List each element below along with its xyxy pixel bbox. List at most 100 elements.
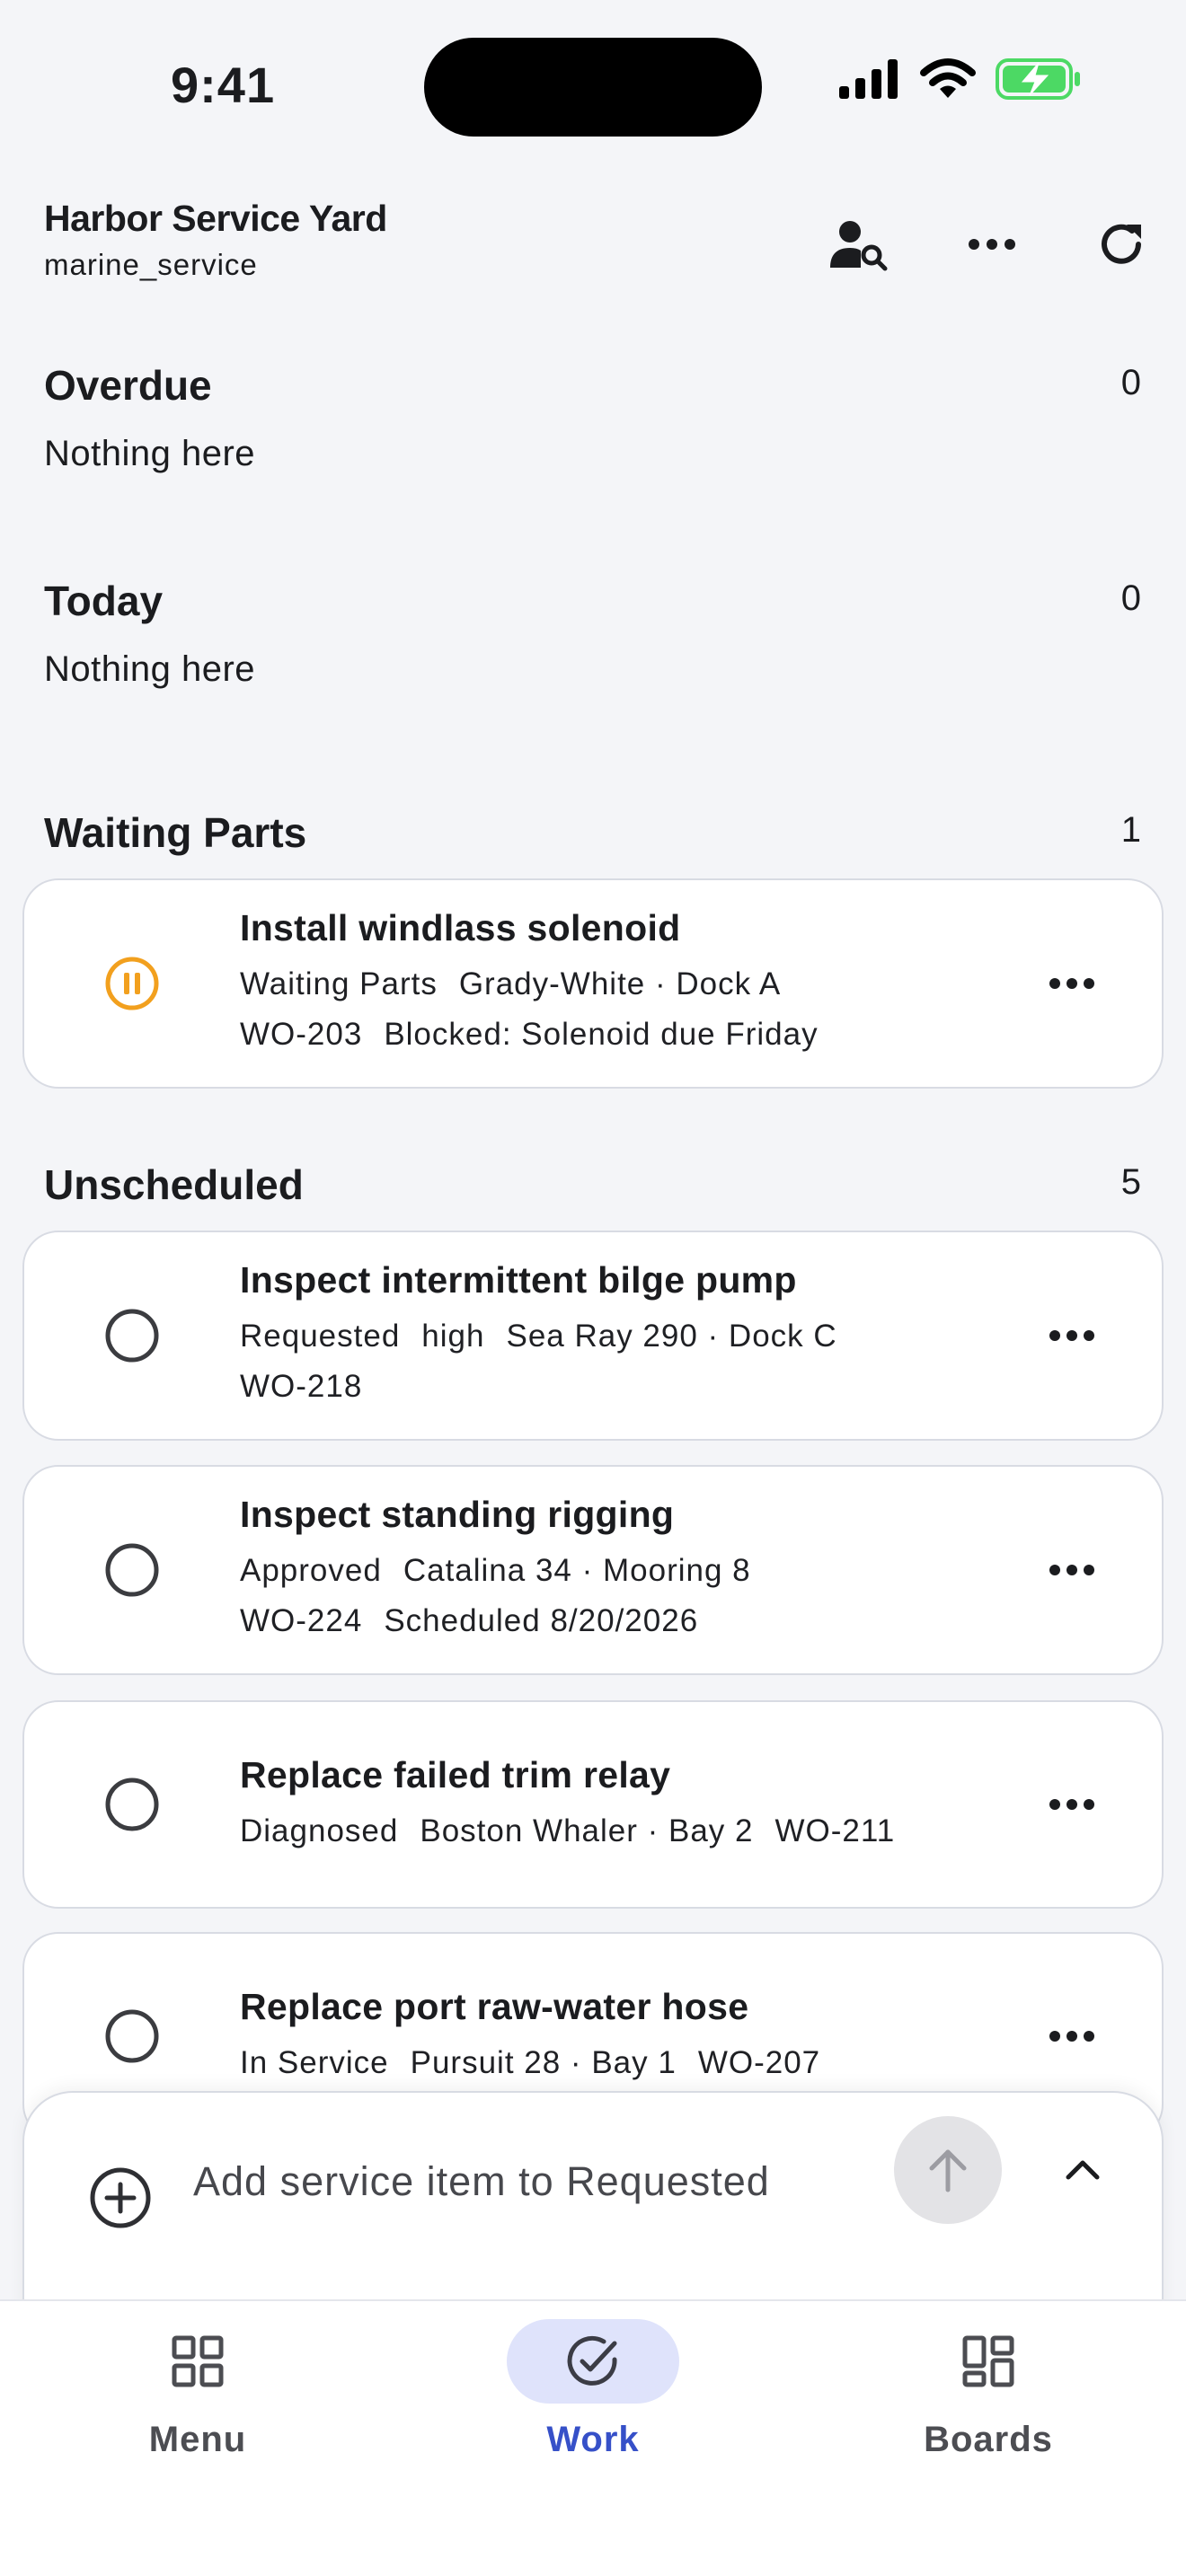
empty-state: Nothing here — [44, 434, 256, 473]
more-horizontal-icon — [1049, 1330, 1094, 1341]
status-badge: In Service — [240, 2045, 389, 2080]
person-search-button[interactable] — [823, 208, 895, 280]
status-time: 9:41 — [171, 57, 276, 113]
work-item-card[interactable]: Replace failed trim relay Diagnosed Bosto… — [22, 1700, 1164, 1909]
work-item-note: Scheduled 8/20/2026 — [384, 1603, 699, 1638]
refresh-icon — [1102, 224, 1141, 264]
item-more-button[interactable] — [1036, 957, 1108, 1010]
refresh-button[interactable] — [1085, 208, 1157, 280]
status-badge: Diagnosed — [240, 1813, 399, 1848]
work-item-meta: In Service Pursuit 28 · Bay 1 WO-207 — [240, 2045, 820, 2081]
more-horizontal-icon — [1049, 978, 1094, 989]
empty-state: Nothing here — [44, 649, 256, 689]
more-horizontal-icon — [1049, 1565, 1094, 1575]
vessel-location: Boston Whaler · Bay 2 — [420, 1813, 754, 1848]
tab-menu[interactable]: Menu — [63, 2301, 332, 2481]
grid-icon — [172, 2335, 224, 2387]
section-waiting-parts: Waiting Parts 1 — [0, 789, 1186, 860]
work-order-number: WO-224 — [240, 1603, 363, 1638]
workspace-title: Harbor Service Yard — [44, 198, 387, 239]
section-title: Unscheduled — [44, 1161, 304, 1208]
dashboard-icon — [962, 2335, 1014, 2387]
battery-charging-icon — [996, 58, 1080, 100]
work-order-number: WO-218 — [240, 1369, 363, 1404]
cellular-signal-icon — [839, 59, 898, 99]
work-order-number: WO-203 — [240, 1017, 363, 1052]
item-more-button[interactable] — [1036, 1309, 1108, 1363]
item-more-button[interactable] — [1036, 1778, 1108, 1831]
expand-button[interactable] — [1056, 2143, 1110, 2197]
section-header: Today 0 — [0, 557, 1186, 629]
work-item-meta: WO-203 Blocked: Solenoid due Friday — [240, 1017, 819, 1053]
more-horizontal-icon — [1049, 1799, 1094, 1810]
circle-outline-icon[interactable] — [103, 1776, 161, 1833]
work-item-card[interactable]: Inspect standing rigging Approved Catalin… — [22, 1465, 1164, 1675]
circle-outline-icon[interactable] — [103, 1541, 161, 1599]
check-circle-icon — [567, 2335, 617, 2386]
more-horizontal-icon — [969, 239, 1015, 250]
section-title: Overdue — [44, 362, 212, 409]
work-order-number: WO-211 — [774, 1813, 896, 1848]
item-more-button[interactable] — [1036, 2009, 1108, 2063]
tab-label: Boards — [924, 2420, 1053, 2459]
dynamic-island — [424, 38, 762, 137]
section-count: 0 — [1120, 363, 1141, 402]
bottom-tab-bar: Menu Work Boards — [0, 2299, 1186, 2576]
person-search-icon — [830, 221, 888, 271]
circle-outline-icon[interactable] — [103, 1307, 161, 1364]
section-overdue: Overdue 0 Nothing here — [0, 341, 1186, 521]
work-item-title: Install windlass solenoid — [240, 907, 681, 948]
circle-outline-icon[interactable] — [103, 2007, 161, 2065]
tab-label: Work — [546, 2420, 640, 2459]
add-circle-icon[interactable] — [87, 2165, 154, 2231]
app-header: Harbor Service Yard marine_service — [0, 171, 1186, 323]
section-header: Overdue 0 — [0, 341, 1186, 413]
section-header: Waiting Parts 1 — [0, 789, 1186, 860]
work-item-meta: Approved Catalina 34 · Mooring 8 — [240, 1553, 751, 1589]
work-item-meta: WO-224 Scheduled 8/20/2026 — [240, 1603, 698, 1639]
add-item-input[interactable] — [193, 2132, 894, 2231]
status-badge: Waiting Parts — [240, 966, 438, 1001]
item-more-button[interactable] — [1036, 1543, 1108, 1597]
vessel-location: Pursuit 28 · Bay 1 — [410, 2045, 677, 2080]
status-badge: Approved — [240, 1553, 382, 1588]
work-item-card[interactable]: Install windlass solenoid Waiting Parts G… — [22, 878, 1164, 1089]
status-icons — [839, 57, 1082, 101]
work-item-title: Replace failed trim relay — [240, 1754, 671, 1795]
work-item-title: Replace port raw-water hose — [240, 1986, 749, 2027]
send-button[interactable] — [894, 2116, 1002, 2224]
more-horizontal-icon — [1049, 2031, 1094, 2042]
section-title: Waiting Parts — [44, 809, 307, 856]
chevron-up-icon — [1066, 2160, 1100, 2180]
tab-boards[interactable]: Boards — [854, 2301, 1123, 2481]
section-count: 0 — [1120, 578, 1141, 618]
work-item-card[interactable]: Inspect intermittent bilge pump Requeste… — [22, 1231, 1164, 1441]
status-bar: 9:41 — [0, 0, 1186, 171]
work-item-title: Inspect intermittent bilge pump — [240, 1259, 797, 1301]
tab-work[interactable]: Work — [458, 2301, 728, 2481]
vessel-location: Grady-White · Dock A — [458, 966, 782, 1001]
section-unscheduled: Unscheduled 5 — [0, 1141, 1186, 1213]
arrow-up-icon — [929, 2149, 967, 2192]
work-item-meta: WO-218 — [240, 1369, 362, 1405]
section-title: Today — [44, 578, 164, 624]
vessel-location: Catalina 34 · Mooring 8 — [403, 1553, 751, 1588]
wifi-icon — [920, 58, 976, 98]
work-item-note: Blocked: Solenoid due Friday — [384, 1017, 819, 1052]
section-count: 5 — [1120, 1162, 1141, 1202]
work-item-meta: Requested high Sea Ray 290 · Dock C — [240, 1319, 837, 1354]
section-header: Unscheduled 5 — [0, 1141, 1186, 1213]
workspace-subtitle: marine_service — [44, 248, 258, 281]
tab-icon-container — [111, 2319, 284, 2404]
work-item-title: Inspect standing rigging — [240, 1494, 675, 1535]
tab-icon-container — [902, 2319, 1075, 2404]
pause-circle-icon[interactable] — [103, 955, 161, 1012]
tab-label: Menu — [148, 2420, 247, 2459]
work-order-number: WO-207 — [697, 2045, 821, 2080]
more-options-button[interactable] — [956, 208, 1028, 280]
work-item-meta: Diagnosed Boston Whaler · Bay 2 WO-211 — [240, 1813, 895, 1849]
work-item-meta: Waiting Parts Grady-White · Dock A — [240, 966, 781, 1002]
section-count: 1 — [1120, 810, 1141, 850]
section-today: Today 0 Nothing here — [0, 557, 1186, 737]
status-badge: Requested — [240, 1319, 401, 1354]
